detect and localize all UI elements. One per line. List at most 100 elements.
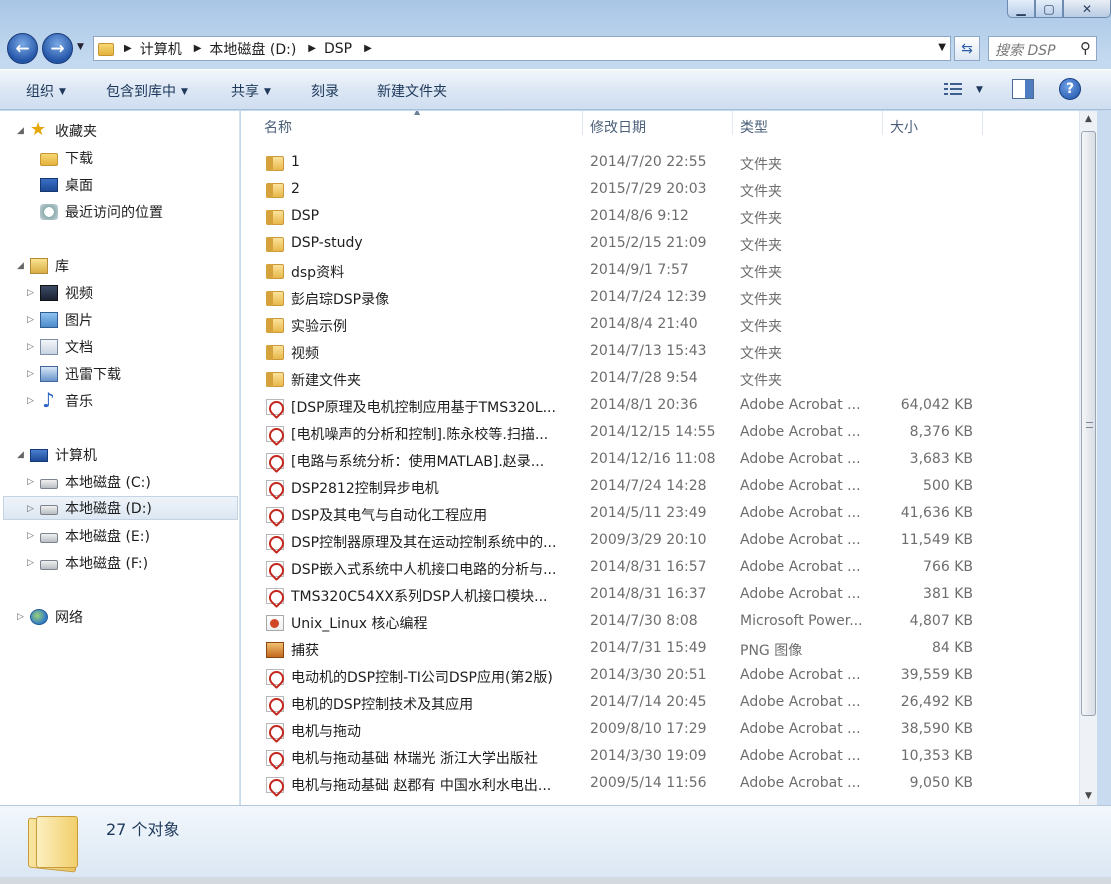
nav-downloads[interactable]: 下载 bbox=[40, 146, 93, 170]
file-row[interactable]: DSP控制器原理及其在运动控制系统中的... 2009/3/29 20:10 Ado… bbox=[241, 528, 1079, 555]
column-size[interactable]: 大小 bbox=[890, 117, 918, 137]
expand-triangle-icon[interactable]: ▷ bbox=[27, 504, 34, 514]
column-divider[interactable] bbox=[732, 111, 733, 135]
search-box[interactable]: 搜索 DSP ⚲ bbox=[988, 36, 1097, 61]
expand-triangle-icon[interactable]: ▷ bbox=[27, 288, 34, 298]
nav-computer[interactable]: 计算机 bbox=[30, 443, 97, 467]
file-row[interactable]: 电机的DSP控制技术及其应用 2014/7/14 20:45 Adobe Acrob… bbox=[241, 690, 1079, 717]
nav-music[interactable]: 音乐 bbox=[40, 388, 93, 413]
expand-triangle-icon[interactable]: ▷ bbox=[27, 558, 34, 568]
file-row[interactable]: 电机与拖动基础 赵郡有 中国水利水电出... 2009/5/14 11:56 Ado… bbox=[241, 771, 1079, 798]
new-folder-button[interactable]: 新建文件夹 bbox=[377, 81, 447, 101]
expand-triangle-icon[interactable]: ▷ bbox=[17, 612, 24, 622]
view-dropdown-icon[interactable]: ▼ bbox=[976, 82, 983, 98]
file-size: 39,559 KB bbox=[900, 667, 973, 683]
expand-triangle-icon[interactable]: ▷ bbox=[27, 531, 34, 541]
nav-drive-d[interactable]: ▷ 本地磁盘 (D:) bbox=[3, 496, 238, 520]
column-name[interactable]: 名称 bbox=[264, 117, 292, 137]
breadcrumb-drive-d[interactable]: 本地磁盘 (D:) bbox=[209, 39, 296, 59]
nav-desktop[interactable]: 桌面 bbox=[40, 173, 93, 197]
file-name: 1 bbox=[291, 154, 300, 170]
scroll-down-icon[interactable]: ▼ bbox=[1080, 788, 1097, 805]
preview-pane-icon[interactable] bbox=[1012, 79, 1034, 99]
expand-triangle-icon[interactable]: ▷ bbox=[27, 396, 34, 406]
nav-network[interactable]: 网络 bbox=[30, 605, 83, 629]
nav-favorites[interactable]: 收藏夹 bbox=[30, 119, 97, 143]
folder-icon bbox=[266, 291, 284, 306]
breadcrumb-dsp[interactable]: DSP bbox=[324, 41, 352, 57]
file-row[interactable]: 电机与拖动基础 林瑞光 浙江大学出版社 2014/3/30 19:09 Adobe … bbox=[241, 744, 1079, 771]
maximize-button[interactable]: ▢ bbox=[1035, 0, 1063, 18]
file-row[interactable]: [电机噪声的分析和控制].陈永校等.扫描... 2014/12/15 14:55 A… bbox=[241, 420, 1079, 447]
file-row[interactable]: 电动机的DSP控制-TI公司DSP应用(第2版) 2014/3/30 20:51 A… bbox=[241, 663, 1079, 690]
breadcrumb-separator[interactable]: ▶ bbox=[194, 43, 202, 54]
file-row[interactable]: 新建文件夹 2014/7/28 9:54 文件夹 bbox=[241, 366, 1079, 393]
column-divider[interactable] bbox=[582, 111, 583, 135]
scroll-thumb[interactable] bbox=[1081, 131, 1096, 716]
expand-triangle-icon[interactable]: ▷ bbox=[27, 369, 34, 379]
refresh-button[interactable]: ⇆ bbox=[954, 36, 980, 61]
column-type[interactable]: 类型 bbox=[740, 117, 768, 137]
organize-menu[interactable]: 组织 ▼ bbox=[26, 81, 66, 101]
nav-label: 最近访问的位置 bbox=[65, 205, 163, 221]
scroll-up-icon[interactable]: ▲ bbox=[1080, 111, 1097, 128]
file-row[interactable]: TMS320C54XX系列DSP人机接口模块... 2014/8/31 16:37… bbox=[241, 582, 1079, 609]
collapse-triangle-icon[interactable]: ◢ bbox=[17, 261, 24, 271]
file-row[interactable]: 1 2014/7/20 22:55 文件夹 bbox=[241, 150, 1079, 177]
file-row[interactable]: DSP嵌入式系统中人机接口电路的分析与... 2014/8/31 16:57 Ado… bbox=[241, 555, 1079, 582]
column-divider[interactable] bbox=[982, 111, 983, 135]
view-options-icon[interactable] bbox=[943, 80, 965, 98]
breadcrumb-separator[interactable]: ▶ bbox=[364, 43, 372, 54]
file-row[interactable]: 电机与拖动 2009/8/10 17:29 Adobe Acrobat ... 38,… bbox=[241, 717, 1079, 744]
nav-drive-f[interactable]: 本地磁盘 (F:) bbox=[40, 551, 148, 575]
file-row[interactable]: 捕获 2014/7/31 15:49 PNG 图像 84 KB bbox=[241, 636, 1079, 663]
expand-triangle-icon[interactable]: ▷ bbox=[27, 477, 34, 487]
expand-triangle-icon[interactable]: ▷ bbox=[27, 342, 34, 352]
back-button[interactable]: ← bbox=[7, 33, 38, 64]
nav-drive-c[interactable]: 本地磁盘 (C:) bbox=[40, 470, 151, 494]
recent-pages-dropdown[interactable]: ▼ bbox=[77, 42, 84, 52]
breadcrumb-separator[interactable]: ▶ bbox=[124, 43, 132, 54]
nav-recent-places[interactable]: 最近访问的位置 bbox=[40, 200, 163, 224]
column-date[interactable]: 修改日期 bbox=[590, 117, 646, 137]
file-row[interactable]: dsp资料 2014/9/1 7:57 文件夹 bbox=[241, 258, 1079, 285]
vertical-scrollbar[interactable]: ▲ ▼ bbox=[1079, 111, 1097, 805]
nav-videos[interactable]: 视频 bbox=[40, 281, 93, 305]
burn-button[interactable]: 刻录 bbox=[311, 81, 339, 101]
include-in-library-menu[interactable]: 包含到库中 ▼ bbox=[106, 81, 188, 101]
search-icon[interactable]: ⚲ bbox=[1080, 39, 1091, 57]
nav-pictures[interactable]: 图片 bbox=[40, 308, 93, 332]
help-icon[interactable]: ? bbox=[1059, 78, 1081, 100]
address-bar[interactable]: ▶ 计算机 ▶ 本地磁盘 (D:) ▶ DSP ▶ ▼ bbox=[93, 36, 951, 61]
pdf-icon bbox=[266, 453, 284, 469]
share-menu[interactable]: 共享 ▼ bbox=[231, 81, 271, 101]
minimize-button[interactable]: ▁ bbox=[1007, 0, 1035, 18]
file-row[interactable]: DSP及其电气与自动化工程应用 2014/5/11 23:49 Adobe Acro… bbox=[241, 501, 1079, 528]
file-size: 500 KB bbox=[923, 478, 973, 494]
file-row[interactable]: [电路与系统分析：使用MATLAB].赵录... 2014/12/16 11:08… bbox=[241, 447, 1079, 474]
column-divider[interactable] bbox=[882, 111, 883, 135]
file-row[interactable]: 2 2015/7/29 20:03 文件夹 bbox=[241, 177, 1079, 204]
expand-triangle-icon[interactable]: ▷ bbox=[27, 315, 34, 325]
file-row[interactable]: 彭启琮DSP录像 2014/7/24 12:39 文件夹 bbox=[241, 285, 1079, 312]
nav-documents[interactable]: 文档 bbox=[40, 335, 93, 359]
pdf-icon bbox=[266, 426, 284, 442]
file-row[interactable]: Unix_Linux 核心编程 2014/7/30 8:08 Microsoft P… bbox=[241, 609, 1079, 636]
file-row[interactable]: [DSP原理及电机控制应用基于TMS320L... 2014/8/1 20:36 A… bbox=[241, 393, 1079, 420]
file-row[interactable]: DSP2812控制异步电机 2014/7/24 14:28 Adobe Acroba… bbox=[241, 474, 1079, 501]
address-dropdown-icon[interactable]: ▼ bbox=[938, 42, 946, 53]
collapse-triangle-icon[interactable]: ◢ bbox=[17, 450, 24, 460]
file-row[interactable]: DSP 2014/8/6 9:12 文件夹 bbox=[241, 204, 1079, 231]
nav-xunlei-downloads[interactable]: 迅雷下载 bbox=[40, 362, 121, 386]
collapse-triangle-icon[interactable]: ◢ bbox=[17, 126, 24, 136]
breadcrumb-separator[interactable]: ▶ bbox=[308, 43, 316, 54]
breadcrumb-computer[interactable]: 计算机 bbox=[140, 39, 182, 59]
close-button[interactable]: ✕ bbox=[1063, 0, 1111, 18]
nav-libraries[interactable]: 库 bbox=[30, 254, 69, 278]
file-row[interactable]: 视频 2014/7/13 15:43 文件夹 bbox=[241, 339, 1079, 366]
chevron-down-icon: ▼ bbox=[59, 87, 66, 97]
forward-button[interactable]: → bbox=[42, 33, 73, 64]
nav-drive-e[interactable]: 本地磁盘 (E:) bbox=[40, 524, 150, 548]
file-row[interactable]: 实验示例 2014/8/4 21:40 文件夹 bbox=[241, 312, 1079, 339]
file-row[interactable]: DSP-study 2015/2/15 21:09 文件夹 bbox=[241, 231, 1079, 258]
